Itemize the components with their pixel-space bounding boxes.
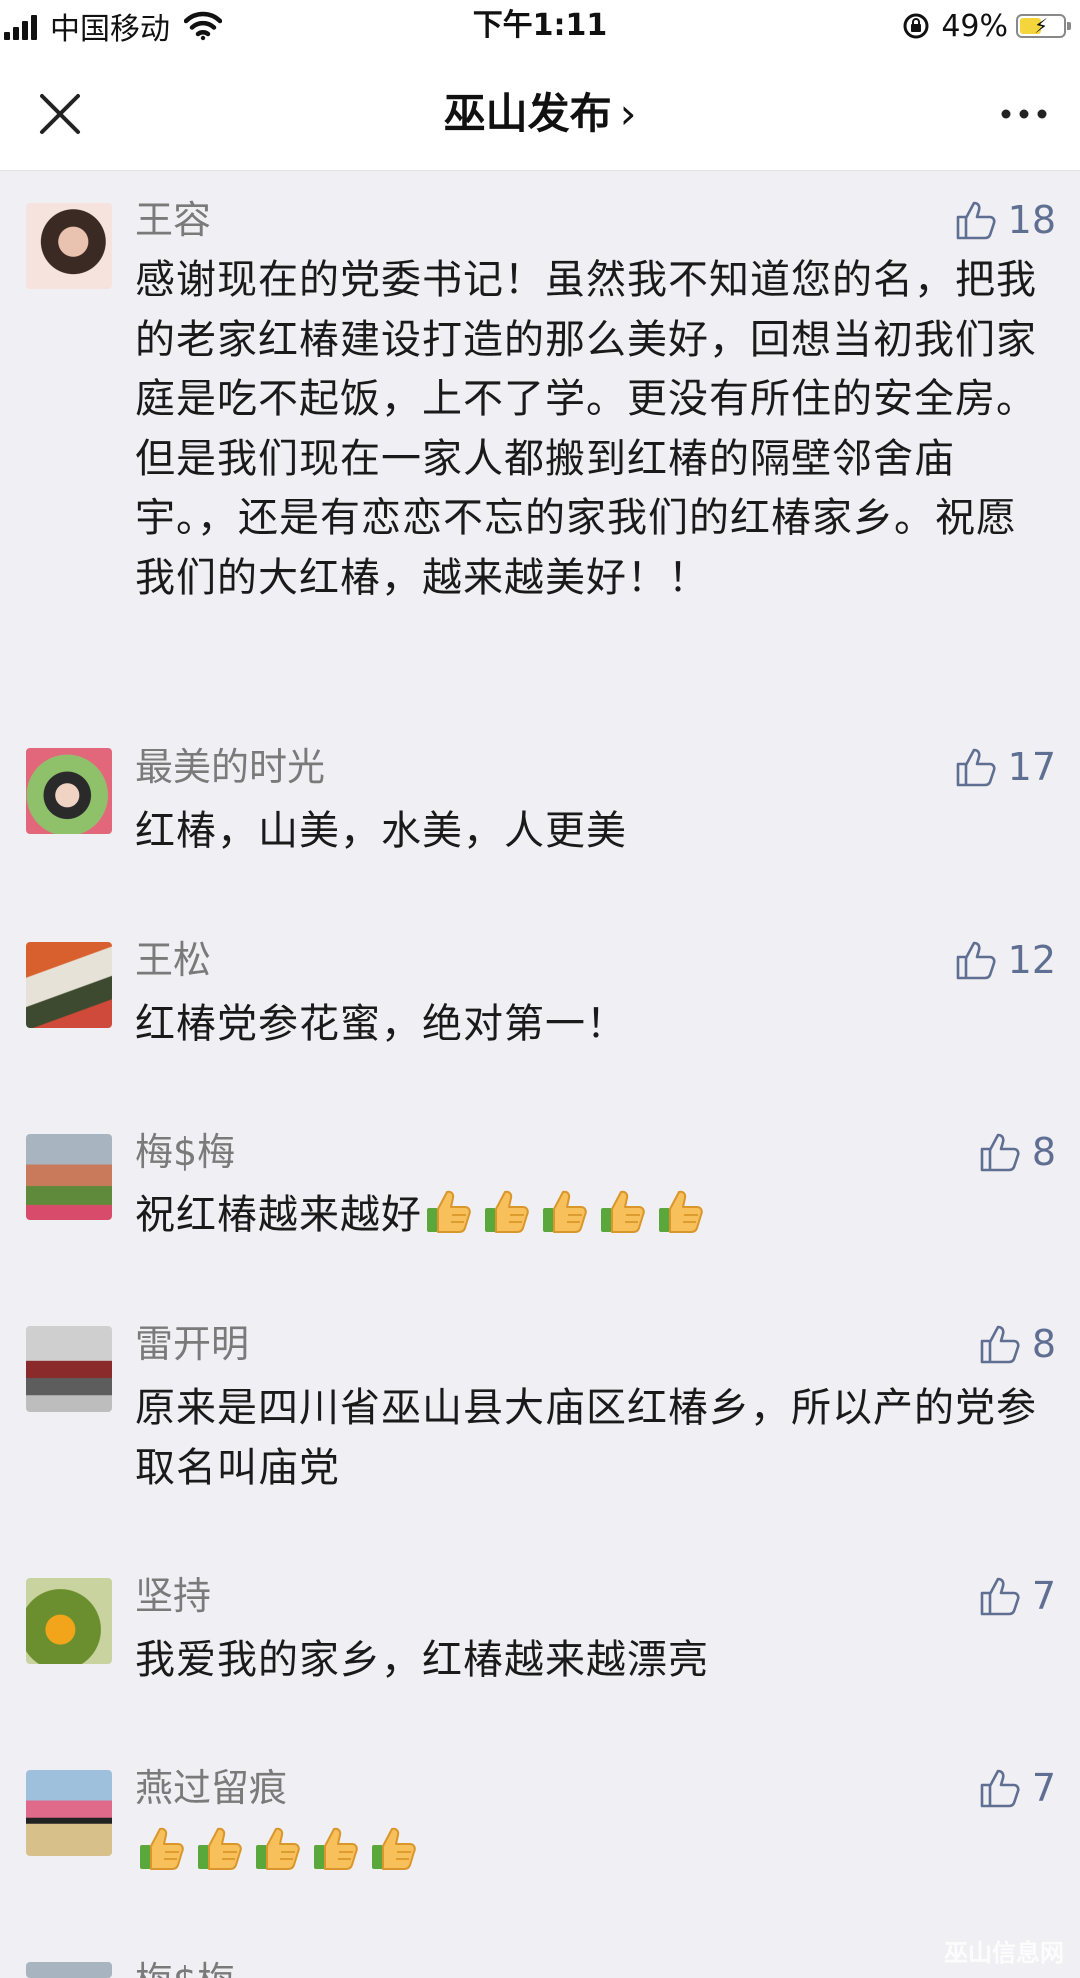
avatar[interactable] — [26, 203, 112, 289]
avatar[interactable] — [26, 1134, 112, 1220]
chevron-right-icon: › — [619, 89, 637, 138]
avatar[interactable] — [26, 1578, 112, 1664]
commenter-name[interactable]: 雷开明 — [135, 1319, 249, 1369]
thumbs-up-emoji-icon — [367, 1821, 421, 1875]
like-count: 7 — [1031, 1574, 1056, 1618]
status-bar: 中国移动 下午1:11 49% ⚡ — [0, 0, 1080, 58]
orientation-lock-icon — [903, 13, 929, 39]
thumbs-up-emoji-icon — [654, 1184, 708, 1238]
like-button[interactable]: 18 — [954, 195, 1056, 245]
comment-text: 红椿党参花蜜，绝对第一！ — [135, 1001, 627, 1047]
comment-text-body: 祝红椿越来越好 — [135, 1192, 422, 1238]
like-count: 8 — [1031, 1322, 1056, 1366]
thumbs-up-icon — [956, 941, 996, 980]
avatar[interactable] — [26, 1326, 112, 1412]
thumbs-up-emoji-icon — [538, 1184, 592, 1238]
more-icon[interactable] — [992, 82, 1056, 146]
battery-percent: 49% — [941, 8, 1008, 44]
avatar[interactable] — [26, 1770, 112, 1856]
thumbs-up-icon — [980, 1325, 1020, 1364]
thumbs-up-icon — [980, 1133, 1020, 1172]
thumbs-up-emoji-icon — [596, 1184, 650, 1238]
like-button[interactable]: 8 — [978, 1319, 1056, 1369]
like-count: 7 — [1031, 1766, 1056, 1810]
thumbs-up-icon — [956, 201, 996, 240]
commenter-name[interactable]: 燕过留痕 — [135, 1763, 287, 1813]
page-title[interactable]: 巫山发布 › — [0, 86, 1080, 142]
thumbs-up-emoji-icon — [422, 1184, 476, 1238]
account-name[interactable]: 巫山发布 — [444, 89, 612, 138]
like-button[interactable]: 7 — [978, 1763, 1056, 1813]
thumbs-up-icon — [980, 1577, 1020, 1616]
commenter-name[interactable]: 梅$梅 — [135, 1956, 235, 1978]
nav-bar: 巫山发布 › — [0, 58, 1080, 171]
commenter-name[interactable]: 坚持 — [135, 1571, 211, 1621]
watermark: 巫山信息网 — [944, 1939, 1064, 1967]
thumbs-up-icon — [956, 748, 996, 787]
like-button[interactable]: 12 — [954, 935, 1056, 985]
like-count: 12 — [1007, 938, 1056, 982]
commenter-name[interactable]: 最美的时光 — [135, 742, 325, 792]
like-count: 8 — [1031, 1130, 1056, 1174]
thumbs-up-emoji-icon — [309, 1821, 363, 1875]
comment-text — [135, 1821, 1055, 1883]
avatar[interactable] — [26, 1962, 112, 1978]
comment-text: 祝红椿越来越好 — [135, 1184, 1055, 1246]
thumbs-up-emoji-icon — [251, 1821, 305, 1875]
battery-icon: ⚡ — [1016, 14, 1071, 38]
thumbs-up-emoji-icon — [135, 1821, 189, 1875]
avatar[interactable] — [26, 748, 112, 834]
thumbs-up-icon — [980, 1769, 1020, 1808]
comment-text: 红椿，山美，水美，人更美 — [135, 808, 627, 854]
commenter-name[interactable]: 王容 — [135, 195, 211, 245]
comment-text: 我爱我的家乡，红椿越来越漂亮 — [135, 1637, 709, 1683]
avatar[interactable] — [26, 942, 112, 1028]
like-button[interactable]: 17 — [954, 742, 1056, 792]
like-count: 17 — [1007, 745, 1056, 789]
comment-text: 感谢现在的党委书记！虽然我不知道您的名，把我的老家红椿建设打造的那么美好，回想当… — [135, 257, 1037, 601]
like-count: 18 — [1007, 198, 1056, 242]
commenter-name[interactable]: 梅$梅 — [135, 1127, 235, 1177]
comment-text: 原来是四川省巫山县大庙区红椿乡，所以产的党参取名叫庙党 — [135, 1385, 1037, 1491]
like-button[interactable]: 7 — [978, 1571, 1056, 1621]
thumbs-up-emoji-icon — [480, 1184, 534, 1238]
commenter-name[interactable]: 王松 — [135, 935, 211, 985]
thumbs-up-emoji-icon — [193, 1821, 247, 1875]
like-button[interactable]: 8 — [978, 1127, 1056, 1177]
